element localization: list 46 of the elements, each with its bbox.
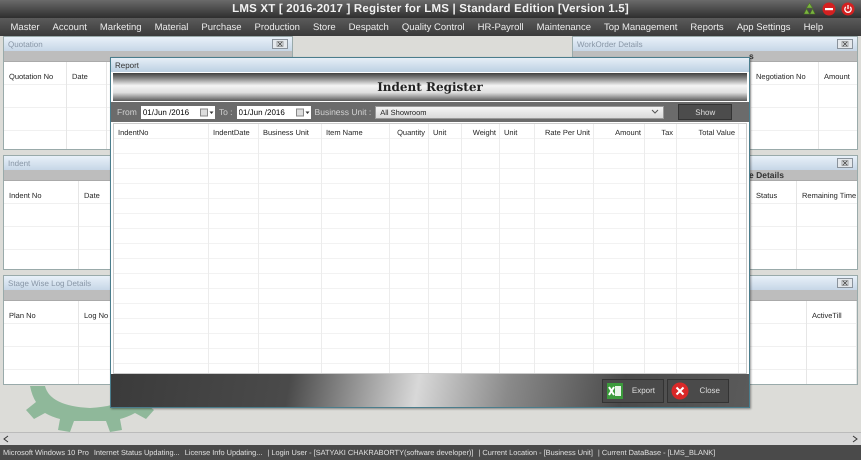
panel-title: Indent (8, 158, 32, 168)
menu-item[interactable]: Production (248, 22, 306, 32)
horizontal-scrollbar[interactable] (0, 432, 861, 445)
menu-item[interactable]: Maintenance (530, 22, 598, 32)
menu-item[interactable]: App Settings (730, 22, 798, 32)
report-heading: Indent Register (377, 80, 483, 94)
power-icon[interactable] (841, 2, 855, 16)
business-unit-label: Business Unit : (314, 107, 372, 117)
to-label: To : (218, 107, 233, 117)
panel-title: Quotation (8, 40, 44, 48)
close-icon[interactable] (837, 158, 853, 168)
menu-item[interactable]: Account (46, 22, 94, 32)
menu-item[interactable]: Marketing (93, 22, 148, 32)
menu-item[interactable]: Top Management (598, 22, 684, 32)
date-field[interactable]: 01/Jun /2016 (140, 106, 199, 118)
export-button[interactable]: Export (602, 378, 664, 402)
from-label: From (117, 107, 137, 117)
show-button[interactable]: Show (678, 104, 732, 120)
scroll-left-icon[interactable] (3, 435, 9, 443)
window-title: LMS XT [ 2016-2017 ] Register for LMS | Standard Edition [Version 1.5] (232, 3, 629, 15)
spreadsheet-icon (606, 382, 624, 400)
menu-item[interactable]: Reports (684, 22, 730, 32)
scroll-right-icon[interactable] (852, 435, 858, 443)
close-icon[interactable] (272, 39, 288, 49)
menu-item[interactable]: Purchase (194, 22, 248, 32)
calendar-dropdown-icon[interactable] (294, 106, 311, 118)
panel-heading: s (749, 51, 754, 61)
menu-item[interactable]: Help (797, 22, 830, 32)
close-icon (671, 382, 689, 400)
calendar-dropdown-icon[interactable] (198, 106, 215, 118)
refresh-icon[interactable] (802, 2, 817, 16)
menu-item[interactable]: Master (4, 22, 46, 32)
date-field[interactable]: 01/Jun /2016 (236, 106, 295, 118)
dialog-title: Report (115, 60, 140, 70)
chevron-icon (651, 109, 660, 115)
menu-item[interactable]: Store (306, 22, 342, 32)
minimize-icon[interactable] (822, 2, 836, 16)
close-icon[interactable] (837, 39, 853, 49)
menu-item[interactable]: Despatch (342, 22, 396, 32)
menu-item[interactable]: HR-Payroll (471, 22, 530, 32)
panel-title: Stage Wise Log Details (8, 278, 92, 288)
close-icon[interactable] (837, 278, 853, 288)
panel-title: WorkOrder Details (577, 40, 644, 48)
menu-item[interactable]: Quality Control (395, 22, 472, 32)
close-button[interactable]: Close (667, 378, 729, 402)
menu-item[interactable]: Material (148, 22, 195, 32)
